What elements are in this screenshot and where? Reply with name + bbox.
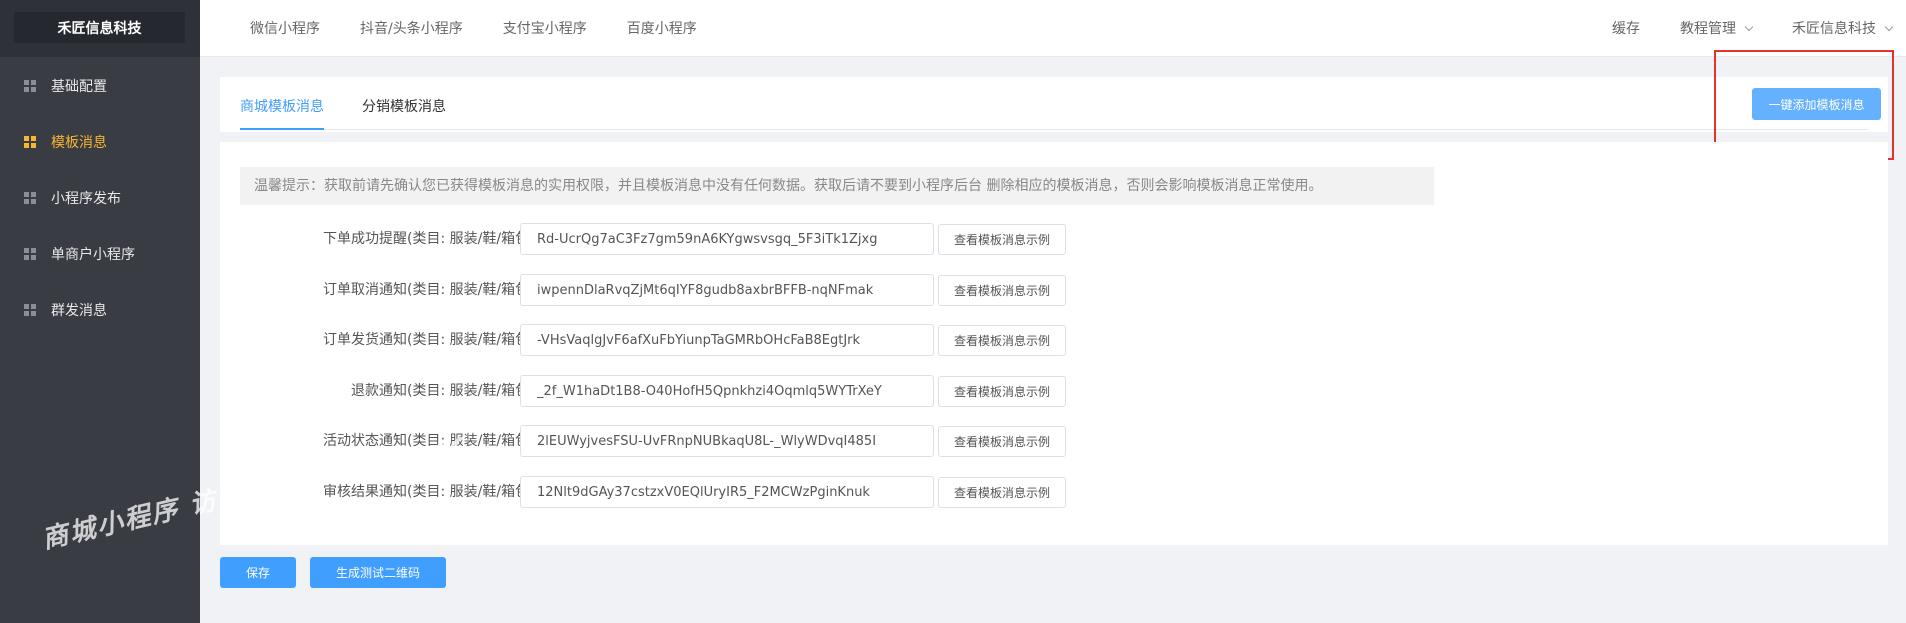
view-example-button[interactable]: 查看模板消息示例 [938,224,1066,255]
template-id-input[interactable] [520,375,934,407]
grid-icon [24,79,37,93]
brand-logo[interactable]: 禾匠信息科技 [14,12,185,43]
template-id-input[interactable] [520,223,934,255]
sidebar-item-label: 基础配置 [51,79,107,95]
template-row: 退款通知(类目: 服装/鞋/箱包 ) 查看模板消息示例 [220,375,1220,407]
sidebar-menu: 基础配置 模板消息 小程序发布 单商户小程序 群发消息 [0,58,200,338]
grid-icon [24,191,37,205]
chevron-down-icon [1884,22,1894,31]
sidebar-item-mass-message[interactable]: 群发消息 [0,282,200,338]
sidebar-item-template-message[interactable]: 模板消息 [0,114,200,170]
sidebar-item-single-merchant[interactable]: 单商户小程序 [0,226,200,282]
template-row: 下单成功提醒(类目: 服装/鞋/箱包 ) 查看模板消息示例 [220,223,1220,255]
account-menu[interactable]: 禾匠信息科技 [1792,18,1894,38]
account-label: 禾匠信息科技 [1792,20,1876,37]
sidebar-item-label: 小程序发布 [51,191,121,207]
row-label: 审核结果通知(类目: 服装/鞋/箱包 ) [323,484,539,500]
template-row: 活动状态通知(类目: 服装/鞋/箱包 ) 查看模板消息示例 [220,425,1220,457]
save-button[interactable]: 保存 [220,557,296,588]
grid-icon [24,303,37,317]
tabs: 商城模板消息 分销模板消息 [240,77,484,132]
nav-douyin-miniapp[interactable]: 抖音/头条小程序 [360,18,463,38]
template-row: 审核结果通知(类目: 服装/鞋/箱包 ) 查看模板消息示例 [220,476,1220,508]
template-id-input[interactable] [520,476,934,508]
row-label: 活动状态通知(类目: 服装/鞋/箱包 ) [323,433,539,449]
template-form: 温馨提示：获取前请先确认您已获得模板消息的实用权限，并且模板消息中没有任何数据。… [220,142,1888,545]
tabs-divider [240,129,1868,130]
add-template-button[interactable]: 一键添加模板消息 [1752,88,1881,120]
view-example-button[interactable]: 查看模板消息示例 [938,325,1066,356]
nav-baidu-miniapp[interactable]: 百度小程序 [627,18,697,38]
nav-wechat-miniapp[interactable]: 微信小程序 [250,18,320,38]
tip-banner: 温馨提示：获取前请先确认您已获得模板消息的实用权限，并且模板消息中没有任何数据。… [240,167,1434,205]
grid-icon [24,247,37,261]
tutorial-menu[interactable]: 教程管理 [1680,18,1754,38]
row-label: 下单成功提醒(类目: 服装/鞋/箱包 ) [323,231,539,247]
template-id-input[interactable] [520,274,934,306]
sidebar: 禾匠信息科技 基础配置 模板消息 小程序发布 单商户小程序 群发消息 [0,0,200,623]
top-bar: 微信小程序 抖音/头条小程序 支付宝小程序 百度小程序 缓存 教程管理 禾匠信息… [200,0,1906,57]
template-row: 订单取消通知(类目: 服装/鞋/箱包 ) 查看模板消息示例 [220,274,1220,306]
sidebar-item-label: 单商户小程序 [51,247,135,263]
view-example-button[interactable]: 查看模板消息示例 [938,275,1066,306]
row-label: 退款通知(类目: 服装/鞋/箱包 ) [351,383,539,399]
cache-link[interactable]: 缓存 [1612,18,1640,38]
row-label: 订单发货通知(类目: 服装/鞋/箱包 ) [323,332,539,348]
sidebar-item-miniapp-publish[interactable]: 小程序发布 [0,170,200,226]
template-row: 订单发货通知(类目: 服装/鞋/箱包 ) 查看模板消息示例 [220,324,1220,356]
view-example-button[interactable]: 查看模板消息示例 [938,477,1066,508]
grid-icon [24,135,37,149]
tutorial-label: 教程管理 [1680,20,1736,37]
nav-alipay-miniapp[interactable]: 支付宝小程序 [503,18,587,38]
tab-mall-template[interactable]: 商城模板消息 [240,77,324,132]
sidebar-item-basic-config[interactable]: 基础配置 [0,58,200,114]
view-example-button[interactable]: 查看模板消息示例 [938,376,1066,407]
tab-distribution-template[interactable]: 分销模板消息 [362,77,446,132]
top-right-menu: 缓存 教程管理 禾匠信息科技 [1572,0,1894,55]
tabs-card: 商城模板消息 分销模板消息 [220,77,1888,132]
template-id-input[interactable] [520,324,934,356]
sidebar-item-label: 群发消息 [51,303,107,319]
platform-nav: 微信小程序 抖音/头条小程序 支付宝小程序 百度小程序 [250,0,737,55]
sidebar-item-label: 模板消息 [51,135,107,151]
template-id-input[interactable] [520,425,934,457]
view-example-button[interactable]: 查看模板消息示例 [938,426,1066,457]
chevron-down-icon [1744,22,1754,31]
generate-qrcode-button[interactable]: 生成测试二维码 [310,557,446,588]
row-label: 订单取消通知(类目: 服装/鞋/箱包 ) [323,282,539,298]
